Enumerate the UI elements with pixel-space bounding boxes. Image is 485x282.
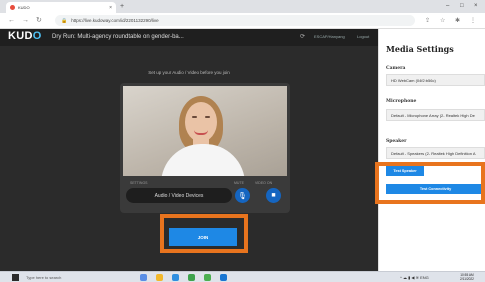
kudo-logo: KUDO [8,30,42,42]
meeting-title: Dry Run: Multi-agency roundtable on gend… [52,34,184,40]
microphone-icon: 🎙 [238,192,247,200]
kudo-favicon-icon [10,5,15,10]
person-eye [205,116,210,118]
app-icon[interactable] [204,274,211,281]
windows-taskbar: Type here to search ^ ☁ ▮ ◀ ≋ ENG 10:55 … [0,271,485,282]
camera-label: Camera [386,66,406,71]
camera-icon: ■ [271,192,276,199]
star-icon[interactable]: ☆ [440,17,445,25]
media-settings-panel: Media Settings Camera HD WebCam (04f2:b5… [378,29,485,271]
mute-label: MUTE [234,181,244,185]
speaker-label: Speaker [386,139,407,144]
control-labels: SETTINGS MUTE VIDEO ON [130,181,280,187]
clock[interactable]: 10:55 AM 2/11/2022 [460,273,474,281]
close-window-icon[interactable]: × [474,2,478,10]
logout-link[interactable]: Logout [357,34,369,39]
close-tab-icon[interactable]: × [109,5,112,11]
taskbar-search[interactable]: Type here to search [26,274,61,281]
person-body [161,144,245,176]
speaker-select[interactable]: Default - Speakers (2- Realtek High Defi… [386,147,485,159]
camera-select[interactable]: HD WebCam (04f2:b56c) [386,74,485,86]
task-view-icon[interactable] [140,274,147,281]
settings-label: SETTINGS [130,181,148,185]
tab-title: KUDO [18,5,30,10]
refresh-icon[interactable]: ⟳ [300,33,305,40]
camera-preview [123,86,287,176]
browser-tab-bar: KUDO × + – □ × [0,0,485,13]
system-tray[interactable]: ^ ☁ ▮ ◀ ≋ ENG [400,274,429,281]
maximize-icon[interactable]: □ [460,2,464,10]
person-face [185,102,217,142]
file-explorer-icon[interactable] [156,274,163,281]
lock-icon: 🔒 [61,17,68,24]
browser-tab[interactable]: KUDO × [6,2,116,13]
person-eye [192,116,197,118]
url-field[interactable]: 🔒 https://live.kudoway.com/id/2201132290… [55,15,415,26]
highlight-box-panel [375,162,485,204]
microphone-label: Microphone [386,99,417,104]
windows-start-icon[interactable] [12,274,19,281]
clock-date: 2/11/2022 [460,277,474,281]
forward-icon[interactable]: → [22,16,29,25]
app-icon[interactable] [220,274,227,281]
microphone-button[interactable]: 🎙 [235,188,250,203]
panel-title: Media Settings [386,44,454,54]
back-icon[interactable]: ← [8,16,15,25]
extensions-icon[interactable]: ✱ [455,17,460,25]
url-text: https://live.kudoway.com/id/2201132290/l… [71,18,159,23]
camera-button[interactable]: ■ [266,188,281,203]
video-label: VIDEO ON [255,181,273,185]
account-link[interactable]: ESCAP/Hanyang [314,34,345,39]
new-tab-icon[interactable]: + [120,2,124,11]
highlight-box-join [160,214,248,253]
edge-icon[interactable] [172,274,179,281]
minimize-icon[interactable]: – [446,2,449,10]
audio-video-devices-button[interactable]: Audio / Video Devices [126,188,232,203]
reload-icon[interactable]: ↻ [36,16,42,25]
microphone-select[interactable]: Default - Microphone Array (2- Realtek H… [386,109,485,121]
menu-icon[interactable]: ⋮ [470,17,476,25]
video-preview-card: SETTINGS MUTE VIDEO ON Audio / Video Dev… [120,83,290,213]
setup-instructions: Set up your Audio / Video before you joi… [148,70,230,75]
share-icon[interactable]: ⇪ [425,17,430,25]
chrome-icon[interactable] [188,274,195,281]
app-header: KUDO Dry Run: Multi-agency roundtable on… [0,29,378,46]
address-bar-row: ← → ↻ 🔒 https://live.kudoway.com/id/2201… [0,13,485,29]
